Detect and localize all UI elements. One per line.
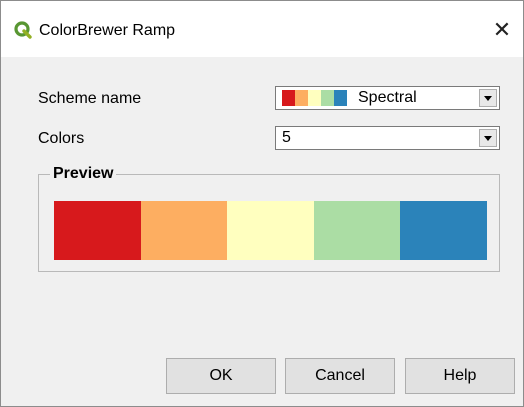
title-bar: ColorBrewer Ramp ✕ (1, 1, 523, 57)
window-title: ColorBrewer Ramp (39, 22, 176, 39)
swatch-color-2 (295, 90, 308, 106)
colors-select[interactable]: 5 (275, 126, 500, 150)
chevron-down-icon[interactable] (479, 129, 497, 147)
scheme-name-select[interactable]: Spectral (275, 86, 500, 110)
preview-color-4 (313, 201, 401, 260)
colors-label: Colors (38, 130, 85, 147)
color-ramp-preview (54, 201, 487, 260)
preview-color-1 (54, 201, 141, 260)
qgis-logo-icon (14, 21, 32, 39)
preview-color-2 (140, 201, 228, 260)
swatch-color-1 (282, 90, 295, 106)
preview-color-5 (400, 201, 487, 260)
close-icon[interactable]: ✕ (487, 15, 517, 45)
scheme-name-value: Spectral (358, 89, 417, 106)
colorbrewer-ramp-dialog: ColorBrewer Ramp ✕ Scheme name Spectral … (0, 0, 524, 407)
ok-button[interactable]: OK (166, 358, 276, 394)
help-button[interactable]: Help (405, 358, 515, 394)
chevron-down-icon[interactable] (479, 89, 497, 107)
colors-value: 5 (282, 129, 291, 146)
scheme-swatch (282, 90, 347, 106)
swatch-color-4 (321, 90, 334, 106)
cancel-button[interactable]: Cancel (285, 358, 395, 394)
swatch-color-5 (334, 90, 347, 106)
preview-title: Preview (50, 165, 117, 183)
scheme-name-label: Scheme name (38, 90, 142, 107)
preview-color-3 (227, 201, 314, 260)
swatch-color-3 (308, 90, 321, 106)
